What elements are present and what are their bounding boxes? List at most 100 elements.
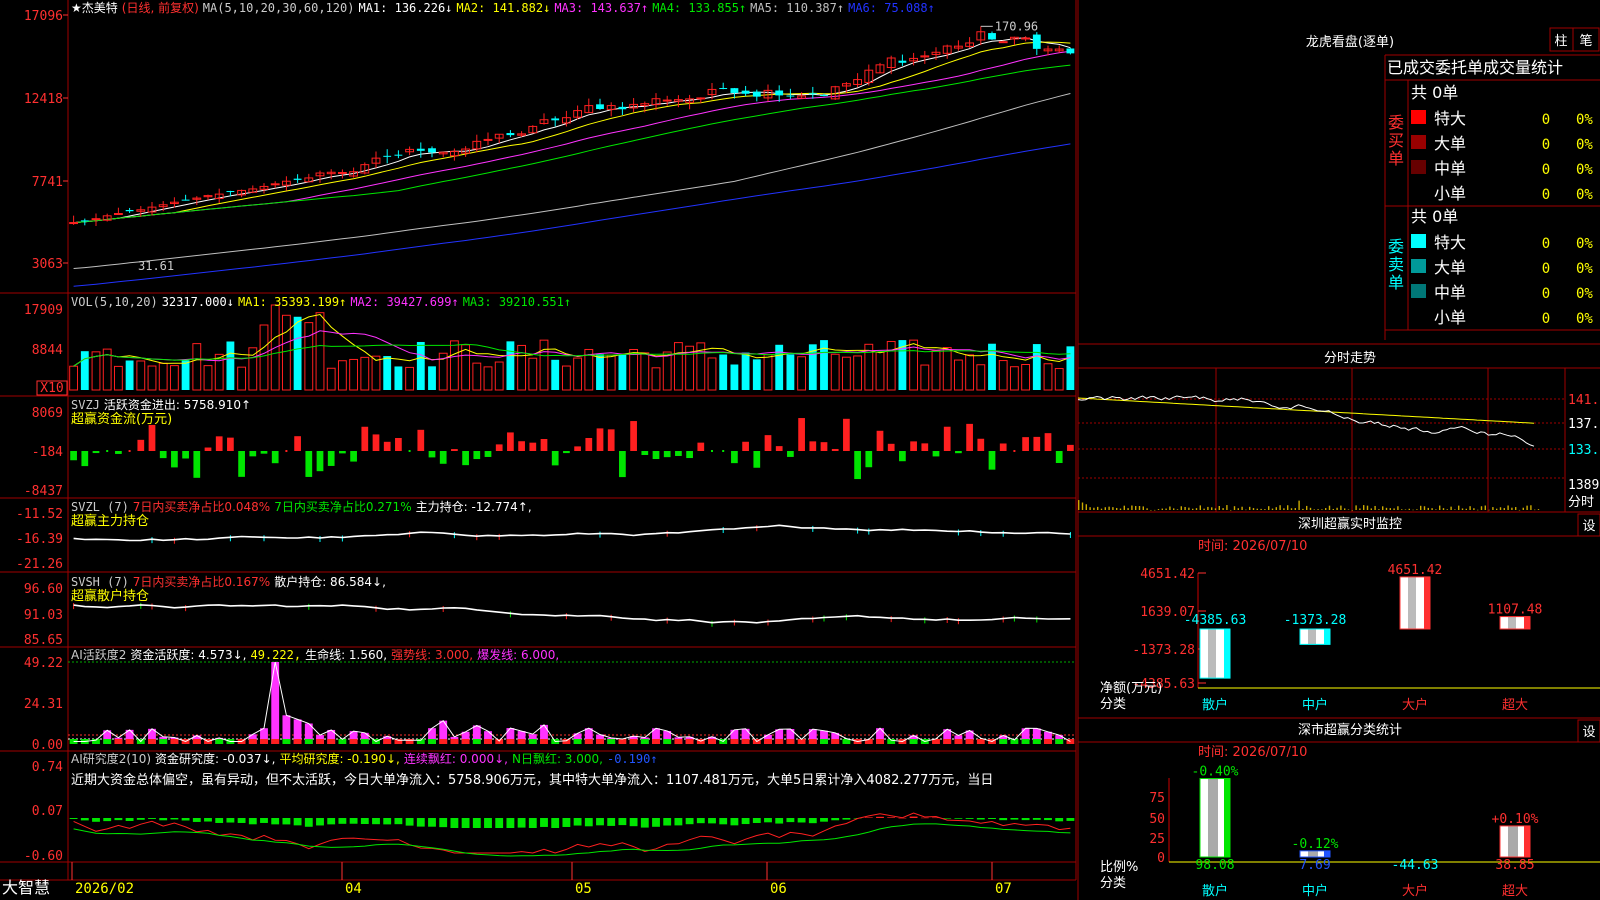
- sell-side-label: 单: [1388, 273, 1404, 292]
- flow-bar: [383, 441, 391, 451]
- sell-color-swatch: [1411, 284, 1426, 298]
- flow-bar: [128, 450, 131, 452]
- intraday-volume-bar: [1085, 504, 1087, 510]
- flow-bar: [697, 442, 705, 451]
- intraday-volume-bar: [1465, 508, 1467, 510]
- research-bar: [461, 818, 470, 828]
- flow-bar: [361, 426, 369, 451]
- flow-bar: [137, 439, 145, 451]
- intraday-volume-bar: [1382, 506, 1384, 510]
- candle-body: [1021, 37, 1031, 40]
- research-bar: [495, 818, 504, 828]
- intraday-avg-line: [1077, 397, 1535, 424]
- intraday-volume-bar: [1249, 506, 1251, 510]
- flow-bar: [193, 451, 201, 478]
- volume-bar: [1066, 346, 1075, 390]
- flow-bar: [764, 435, 772, 451]
- research-bar: [304, 818, 313, 827]
- volume-bar: [942, 347, 952, 391]
- intraday-volume-bar: [1393, 508, 1395, 510]
- flow-bar: [798, 418, 805, 451]
- flow-bar: [204, 447, 212, 451]
- svzl-line: [73, 524, 1071, 542]
- flow-bar: [518, 441, 525, 451]
- flow-bar: [686, 451, 693, 459]
- intraday-volume-bar: [1142, 506, 1144, 510]
- flow-bar: [775, 446, 783, 451]
- intraday-volume-bar: [1435, 509, 1437, 510]
- research-bar: [338, 818, 347, 824]
- research-bar: [764, 818, 772, 823]
- x-tick-label: 2026/02: [75, 881, 134, 897]
- ai2-tick-label: 0.74: [32, 760, 63, 775]
- volume-bar: [494, 361, 504, 391]
- intraday-volume-bar: [1317, 509, 1319, 510]
- classify-value-label: 38.85: [1495, 858, 1534, 873]
- classify-settings-button-label[interactable]: 设: [1582, 725, 1595, 740]
- svzl-item1: 7日内买卖净占比0.048%: [133, 499, 270, 514]
- monitor-bar-3: [1499, 616, 1531, 630]
- intraday-volume-bar: [1321, 509, 1323, 510]
- flow-bar: [249, 451, 257, 457]
- intraday-volume-bar: [1336, 507, 1338, 510]
- volume-bar: [1009, 366, 1019, 391]
- flow-bar: [238, 451, 245, 477]
- intraday-volume-bar: [1328, 505, 1331, 510]
- intraday-volume-bar: [1511, 507, 1513, 510]
- tick-mode-button-label[interactable]: 笔: [1579, 33, 1592, 49]
- svzj-tick-label: -184: [32, 445, 63, 460]
- intraday-volume-bar: [1294, 508, 1296, 510]
- volume-bar: [998, 360, 1008, 391]
- volume-bar: [573, 357, 583, 391]
- flow-bar: [115, 451, 122, 454]
- candle-body: [551, 118, 560, 121]
- intraday-volume-bar: [1507, 505, 1509, 510]
- candle-body: [337, 172, 347, 175]
- flow-bar: [574, 446, 581, 451]
- activity-base-bar: [170, 739, 179, 744]
- intraday-volume-bar: [1112, 507, 1114, 510]
- research-bar: [629, 818, 638, 827]
- sell-row-name: 特大: [1434, 233, 1466, 252]
- ai1-tick-label: 49.22: [24, 656, 63, 671]
- intraday-volume-bar: [1192, 508, 1194, 510]
- intraday-volume-bar: [1138, 506, 1141, 510]
- high-price-label: 170.96: [995, 19, 1038, 33]
- intraday-volume-bar: [1275, 507, 1277, 510]
- intraday-volume-bar: [1416, 509, 1418, 510]
- volume-bar: [673, 342, 683, 391]
- activity-base-bar: [1044, 739, 1052, 744]
- research-bar: [1066, 818, 1075, 821]
- intraday-price-label: 133.3: [1568, 443, 1600, 458]
- monitor-settings-button-label[interactable]: 设: [1582, 519, 1595, 534]
- flow-bar: [977, 438, 985, 451]
- price-tick-label: 7741: [32, 175, 63, 190]
- research-bar: [988, 818, 996, 819]
- bar-mode-button-label[interactable]: 柱: [1554, 34, 1567, 49]
- volume-bar: [293, 316, 302, 390]
- research-bar: [674, 818, 683, 826]
- volume-bar: [797, 356, 807, 391]
- app-name-label: 大智慧: [2, 878, 50, 897]
- ai2-value3: 连续飘红: 0.000↓,: [404, 751, 508, 766]
- ai2-value4: N日飘红: 3.000,: [512, 751, 603, 766]
- intraday-volume-bar: [1427, 507, 1429, 510]
- flow-bar: [1067, 444, 1074, 451]
- activity-base-bar: [428, 739, 436, 744]
- svzj-tick-label: 8069: [32, 406, 63, 421]
- intraday-price-label: 141.8: [1568, 393, 1600, 408]
- svzj-value: 活跃资金进出: 5758.910↑: [104, 397, 251, 412]
- intraday-volume-bar: [1344, 508, 1346, 510]
- sell-row-percent: 0%: [1576, 261, 1593, 277]
- research-bar: [136, 818, 145, 820]
- ai1-tick-label: 24.31: [24, 697, 63, 712]
- volume-bar: [169, 365, 179, 391]
- volume-bar: [69, 365, 79, 391]
- classify-value-label: 7.69: [1299, 858, 1330, 873]
- vol-title: VOL(5,10,20): [71, 295, 158, 309]
- research-bar: [484, 818, 492, 828]
- research-bar: [428, 818, 436, 827]
- volume-bar: [394, 366, 403, 390]
- volume-bar: [416, 341, 425, 390]
- activity-base-bar: [349, 739, 358, 744]
